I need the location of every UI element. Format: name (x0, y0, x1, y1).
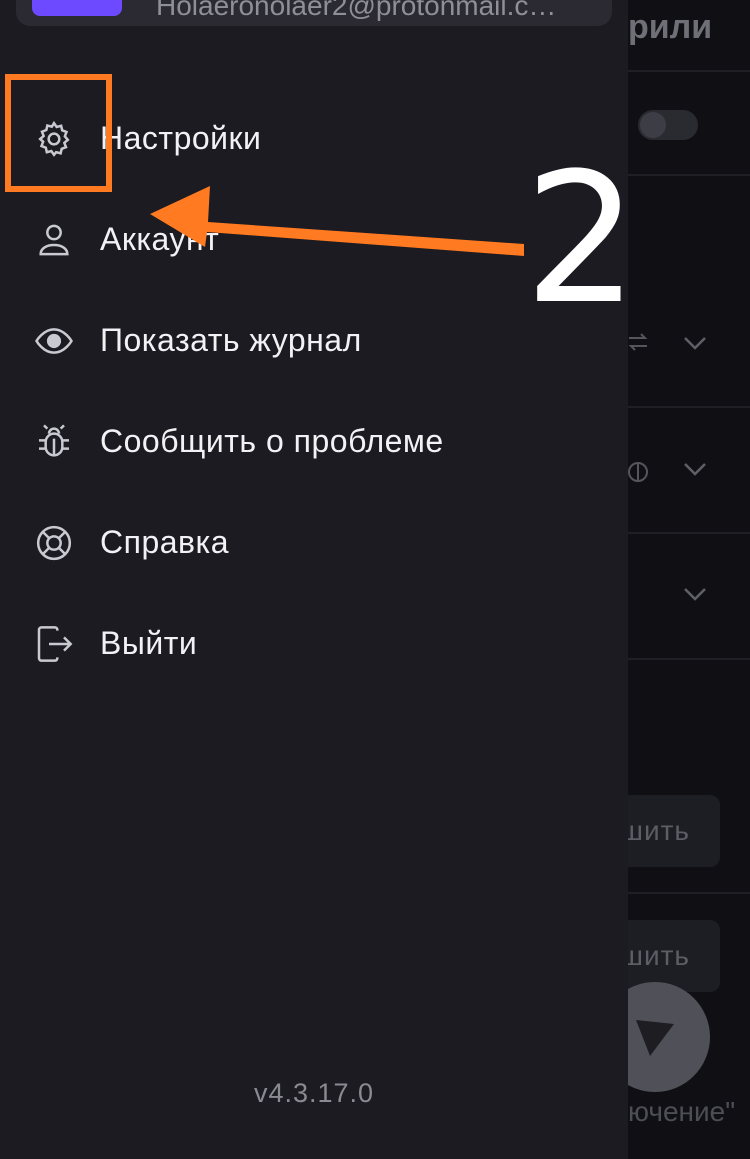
annotation-step-number: 2 (524, 135, 639, 344)
